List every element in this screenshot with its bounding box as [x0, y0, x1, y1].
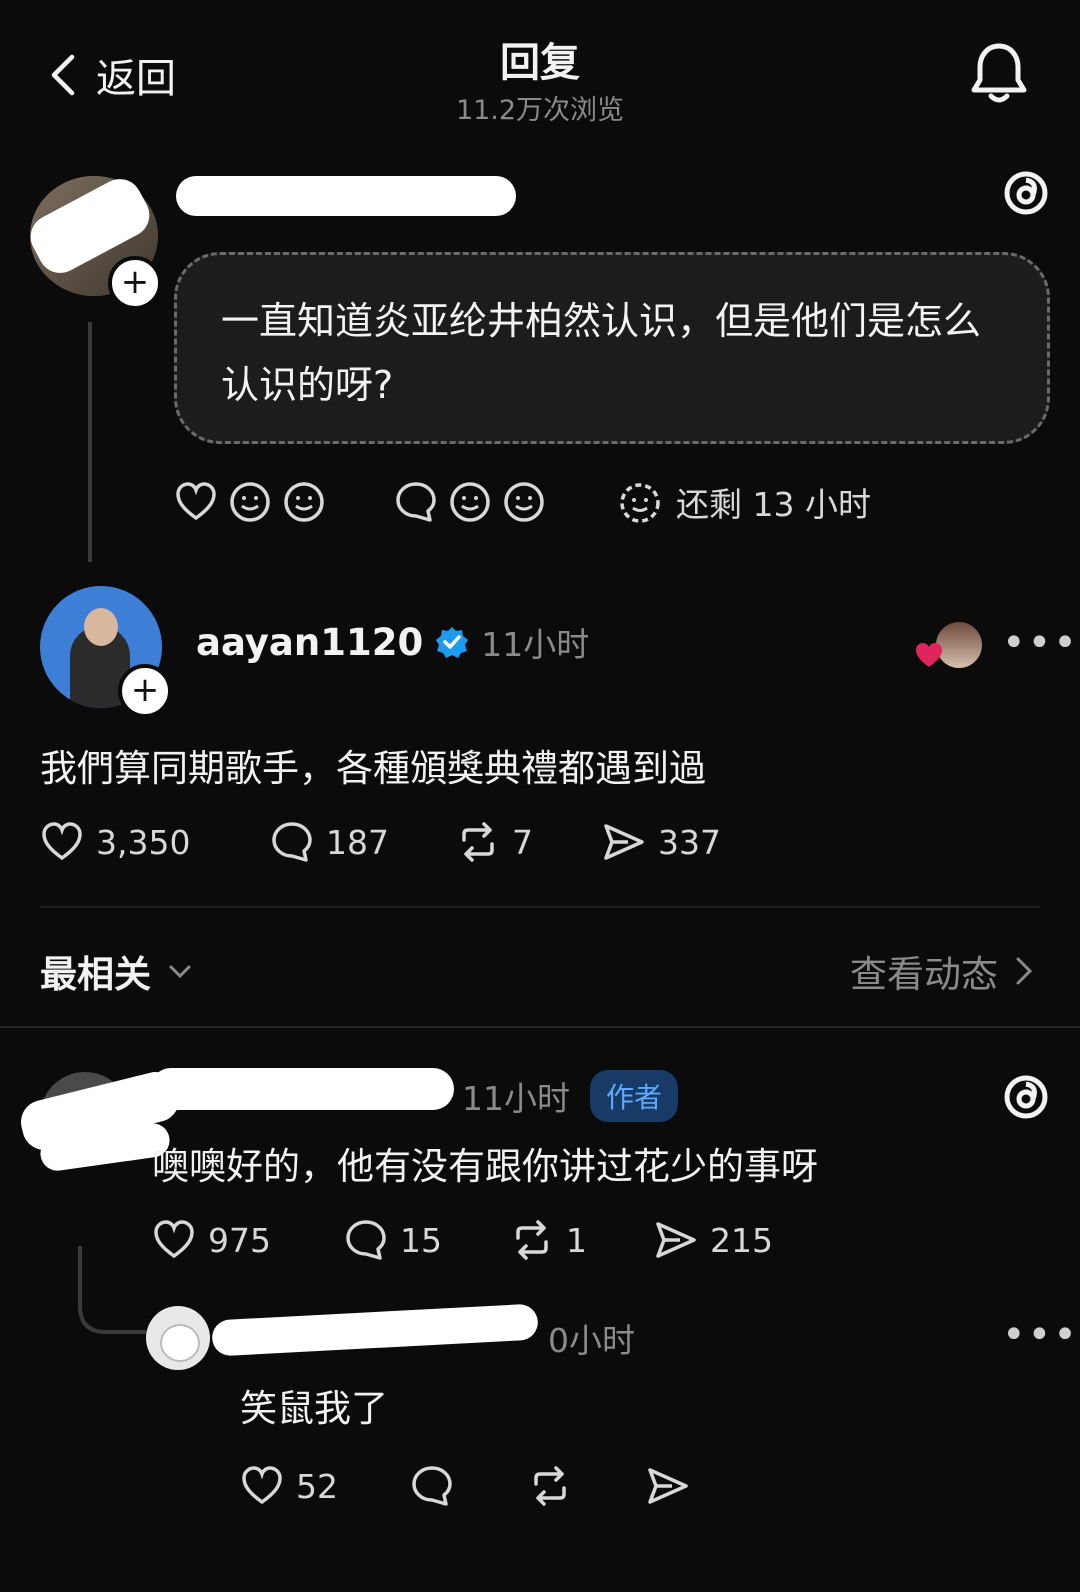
comment-icon: [346, 1220, 386, 1260]
share-icon: [604, 824, 644, 860]
thread-connector: [78, 1246, 146, 1334]
like-button[interactable]: 975: [152, 1218, 344, 1262]
smiley-icon: [504, 482, 544, 522]
share-button[interactable]: 215: [654, 1218, 773, 1262]
like-button[interactable]: 3,350: [40, 820, 270, 864]
more-icon[interactable]: •••: [1002, 620, 1079, 666]
repost-button[interactable]: 7: [456, 820, 602, 864]
reply-text: 我們算同期歌手，各種頒獎典禮都遇到過: [40, 747, 706, 790]
comment-icon: [396, 482, 436, 522]
reply-time: 11小时: [481, 625, 590, 664]
like-button[interactable]: 52: [240, 1464, 410, 1508]
comment2-actions: 52: [240, 1464, 690, 1508]
redaction-scribble: [150, 1068, 454, 1110]
reply-handle[interactable]: aayan1120: [196, 621, 423, 664]
share-icon: [648, 1468, 688, 1504]
repost-icon: [516, 1220, 548, 1260]
repost-count: 7: [512, 822, 533, 862]
comment-count: 187: [326, 822, 389, 862]
heart-icon: [42, 822, 82, 861]
view-activity-link[interactable]: 查看动态: [850, 944, 1038, 998]
reply-header: aayan1120 11小时: [196, 618, 589, 666]
share-button[interactable]: 337: [602, 820, 721, 864]
repost-count: 1: [566, 1220, 587, 1260]
remaining-label: 还剩 13 小时: [676, 485, 871, 524]
comment1-actions: 975 15 1 215: [152, 1218, 773, 1262]
repost-button[interactable]: [528, 1464, 646, 1508]
comment1-time: 11小时: [462, 1079, 570, 1118]
repost-icon: [534, 1466, 566, 1506]
face-dashed-icon: [620, 483, 660, 523]
smiley-icon: [230, 482, 270, 522]
sort-dropdown[interactable]: 最相关: [40, 944, 195, 998]
comment-button[interactable]: [410, 1464, 528, 1508]
comment-react-button[interactable]: [394, 480, 546, 524]
verified-icon: [436, 627, 469, 658]
share-count: 337: [658, 822, 721, 862]
repost-button[interactable]: 1: [510, 1218, 654, 1262]
page-title: 回复: [500, 40, 580, 86]
divider: [0, 1026, 1080, 1028]
time-remaining: 还剩 13 小时: [618, 478, 871, 526]
divider: [40, 906, 1040, 908]
comment2-text: 笑鼠我了: [240, 1387, 388, 1430]
comment-button[interactable]: 15: [344, 1218, 510, 1262]
comment-icon: [412, 1466, 452, 1506]
like-count: 3,350: [96, 822, 191, 862]
comment2-time: 0小时: [548, 1321, 635, 1360]
redaction-scribble: [211, 1303, 539, 1357]
heart-icon: [242, 1466, 282, 1505]
smiley-icon: [450, 482, 490, 522]
heart-icon: [176, 482, 216, 521]
like-count: 52: [296, 1466, 338, 1506]
like-count: 975: [208, 1220, 271, 1260]
threads-icon[interactable]: [998, 1068, 1054, 1124]
heart-icon: [154, 1220, 194, 1259]
commenter2-avatar[interactable]: [146, 1306, 210, 1370]
share-count: 215: [710, 1220, 773, 1260]
follow-plus-button[interactable]: +: [118, 664, 172, 718]
reply-actions: 3,350 187 7 337: [40, 820, 721, 864]
threads-icon[interactable]: [998, 164, 1054, 220]
question-actions: 还剩 13 小时: [174, 478, 871, 526]
more-icon[interactable]: •••: [1002, 1312, 1079, 1358]
share-icon: [656, 1222, 696, 1258]
follow-plus-button[interactable]: +: [108, 256, 162, 310]
heart-icon: [916, 643, 942, 667]
share-button[interactable]: [646, 1464, 690, 1508]
like-react-button[interactable]: [174, 480, 326, 524]
author-badge: 作者: [590, 1070, 679, 1122]
comment-button[interactable]: 187: [270, 820, 456, 864]
repost-icon: [462, 822, 494, 862]
bell-icon[interactable]: [968, 40, 1030, 106]
comment-icon: [272, 822, 312, 862]
question-bubble: 一直知道炎亚纶井柏然认识，但是他们是怎么认识的呀?: [174, 252, 1050, 444]
redaction-scribble: [176, 176, 516, 216]
comment1-meta: 11小时 作者: [462, 1070, 679, 1122]
question-text: 一直知道炎亚纶井柏然认识，但是他们是怎么认识的呀?: [221, 299, 982, 407]
chevron-right-icon: [1016, 957, 1033, 985]
comment-count: 15: [400, 1220, 442, 1260]
chevron-down-icon: [169, 965, 191, 979]
view-activity-label: 查看动态: [850, 953, 998, 996]
view-count: 11.2万次浏览: [455, 95, 625, 126]
smiley-icon: [284, 482, 324, 522]
thread-line: [88, 322, 92, 562]
comment1-text: 噢噢好的，他有没有跟你讲过花少的事呀: [152, 1145, 818, 1188]
sort-label: 最相关: [40, 953, 151, 996]
